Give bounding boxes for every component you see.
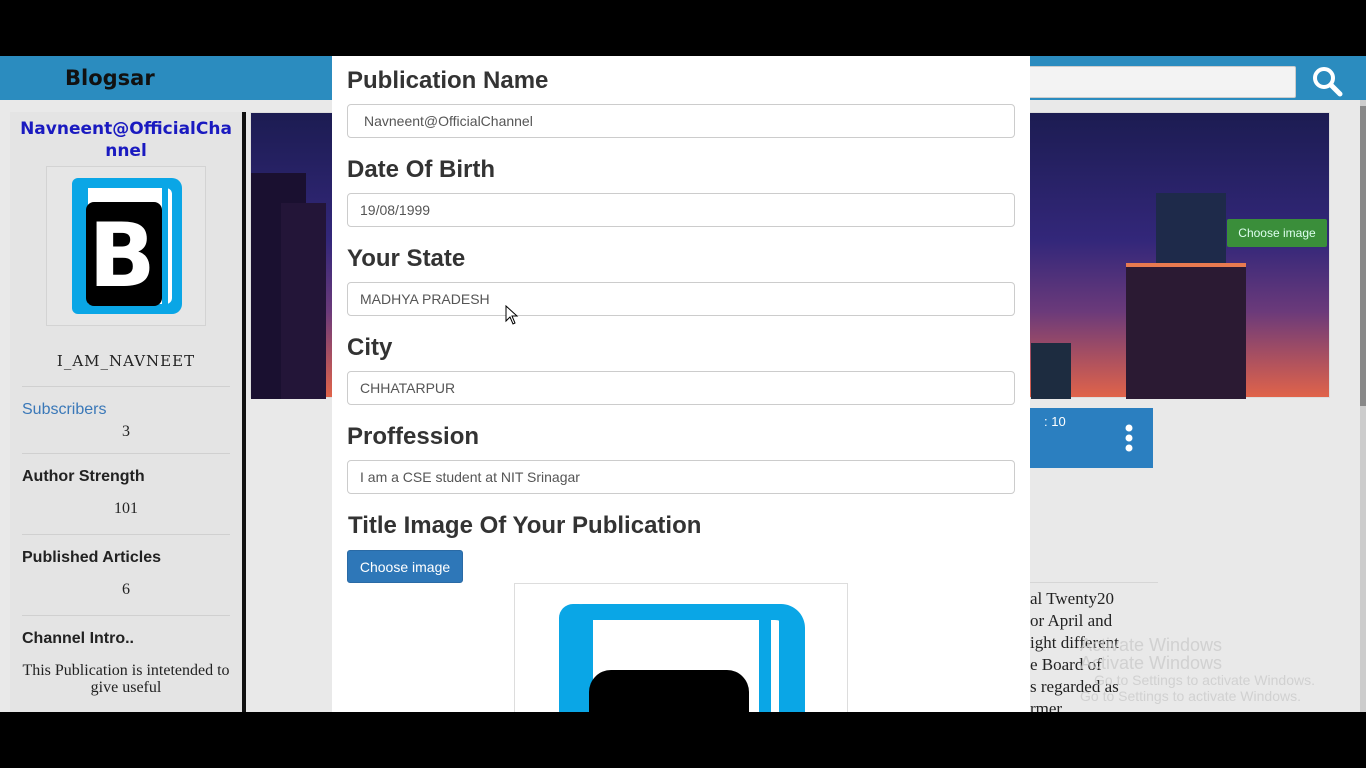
channel-name: Navneent@OfficialChannel [20,119,232,161]
title-image-label: Title Image Of Your Publication [348,512,702,539]
profession-input[interactable]: I am a CSE student at NIT Srinagar [347,460,1015,494]
search-icon [1313,67,1343,97]
subscribers-label[interactable]: Subscribers [22,401,242,419]
state-label: Your State [347,245,466,272]
date-of-birth-input[interactable]: 19/08/1999 [347,193,1015,227]
edit-publication-modal: Publication Name Navneent@OfficialChanne… [332,56,1030,712]
page-scrollbar-thumb[interactable] [1360,106,1366,406]
windows-activation-watermark: Activate Windows Activate Windows Go to … [1080,636,1315,704]
state-input[interactable]: MADHYA PRADESH [347,282,1015,316]
watermark-title: Activate Windows [1080,653,1223,673]
channel-avatar: B [46,166,206,326]
card-header-text: : 10 [1044,414,1066,429]
watermark-subtitle: Go to Settings to activate Windows. [1094,672,1315,688]
excerpt-line: or April and [1030,611,1113,630]
app-viewport: Blogsar Navneent@OfficialChannel B I_AM_… [0,56,1366,712]
cover-choose-image-button[interactable]: Choose image [1227,219,1327,247]
publication-name-input[interactable]: Navneent@OfficialChannel [347,104,1015,138]
publication-name-label: Publication Name [347,67,549,94]
excerpt-line: al Twenty20 [1030,589,1114,608]
divider [22,386,230,387]
cover-building [1156,193,1226,263]
divider [22,534,230,535]
mouse-cursor-icon [505,305,519,325]
svg-text:B: B [88,204,155,307]
article-card-header: : 10 [1028,408,1153,468]
author-strength-value: 101 [114,500,138,517]
title-image-preview [514,583,848,712]
channel-intro-label: Channel Intro.. [22,630,134,647]
city-input[interactable]: CHHATARPUR [347,371,1015,405]
city-label: City [347,334,393,361]
subscribers-count: 3 [122,423,130,440]
brand-logo-text[interactable]: Blogsar [65,66,155,90]
published-articles-value: 6 [122,581,130,598]
cover-building [281,203,326,399]
kebab-menu-icon[interactable] [1124,424,1134,454]
search-input[interactable] [1020,66,1296,98]
profession-label: Proffession [347,423,480,450]
blogsar-b-logo-icon: B [72,178,182,314]
cover-building [1031,343,1071,399]
watermark-subtitle: Go to Settings to activate Windows. [1080,688,1301,704]
choose-image-button[interactable]: Choose image [347,550,463,583]
date-of-birth-label: Date Of Birth [347,156,496,183]
watermark-title: Activate Windows [1080,635,1223,655]
search-button[interactable] [1308,64,1346,98]
channel-intro-text: This Publication is intetended to give u… [22,662,230,696]
published-articles-label: Published Articles [22,549,161,566]
author-strength-label: Author Strength [22,468,145,485]
blogsar-b-logo-icon [559,604,805,712]
cover-building [1126,263,1246,399]
divider [1028,582,1158,583]
divider [22,615,230,616]
channel-sidebar: Navneent@OfficialChannel B I_AM_NAVNEET … [10,112,246,712]
username: I_AM_NAVNEET [56,352,196,370]
divider [22,453,230,454]
